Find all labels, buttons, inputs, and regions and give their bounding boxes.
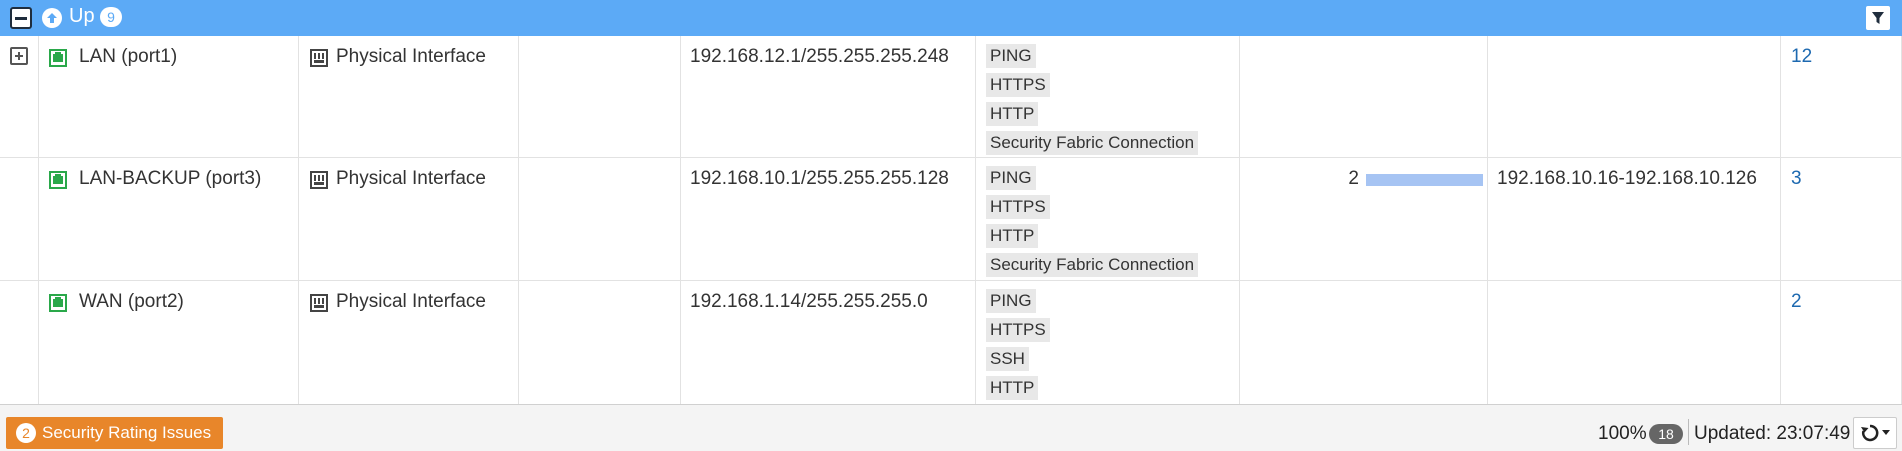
ip-cell: 192.168.12.1/255.255.255.248 xyxy=(680,36,975,157)
physical-interface-icon xyxy=(310,171,328,189)
dhcp-range-cell: 192.168.10.16-192.168.10.126 xyxy=(1487,158,1780,280)
refresh-icon xyxy=(1861,424,1879,442)
collapse-group-icon[interactable] xyxy=(10,7,32,29)
interface-table: LAN (port1) Physical Interface 192.168.1… xyxy=(0,36,1902,404)
ethernet-port-icon xyxy=(49,171,67,189)
interface-type: Physical Interface xyxy=(336,46,486,67)
expand-cell xyxy=(0,36,38,157)
ip-netmask: 192.168.10.1/255.255.255.128 xyxy=(690,168,949,189)
table-row[interactable]: LAN (port1) Physical Interface 192.168.1… xyxy=(0,36,1902,158)
members-cell xyxy=(518,36,680,157)
ethernet-port-icon xyxy=(49,49,67,67)
access-tag: HTTP xyxy=(986,224,1039,248)
name-cell: LAN (port1) xyxy=(38,36,298,157)
security-rating-label: Security Rating Issues xyxy=(42,423,212,442)
interface-name[interactable]: WAN (port2) xyxy=(79,291,184,313)
entry-count-badge: 18 xyxy=(1649,424,1683,444)
ip-netmask: 192.168.1.14/255.255.255.0 xyxy=(690,291,928,312)
ip-cell: 192.168.1.14/255.255.255.0 xyxy=(680,281,975,404)
interface-type: Physical Interface xyxy=(336,168,486,189)
access-tag: Security Fabric Connection xyxy=(986,253,1199,277)
type-cell: Physical Interface xyxy=(298,281,518,404)
dhcp-clients-cell xyxy=(1239,36,1487,157)
access-tag: HTTPS xyxy=(986,195,1050,219)
access-tag: SSH xyxy=(986,347,1029,371)
name-cell: LAN-BACKUP (port3) xyxy=(38,158,298,280)
dhcp-range-cell xyxy=(1487,281,1780,404)
access-tag: HTTP xyxy=(986,376,1039,400)
ethernet-port-icon xyxy=(49,294,67,312)
group-header-up: Up 9 xyxy=(0,0,1902,36)
last-updated-time: Updated: 23:07:49 xyxy=(1694,423,1851,444)
expand-cell xyxy=(0,281,38,404)
interface-type: Physical Interface xyxy=(336,291,486,312)
ref-count-link[interactable]: 2 xyxy=(1791,291,1802,313)
members-cell xyxy=(518,281,680,404)
dhcp-clients-cell: 2 xyxy=(1239,158,1487,280)
access-cell: PING HTTPS HTTP Security Fabric Connecti… xyxy=(975,36,1239,157)
ip-netmask: 192.168.12.1/255.255.255.248 xyxy=(690,46,949,67)
ref-cell: 3 xyxy=(1780,158,1902,280)
interface-name[interactable]: LAN-BACKUP (port3) xyxy=(79,168,261,190)
security-rating-issues-button[interactable]: 2 Security Rating Issues xyxy=(6,417,224,449)
zoom-level: 100% xyxy=(1598,423,1647,444)
group-title: Up xyxy=(69,5,95,27)
ref-cell: 12 xyxy=(1780,36,1902,157)
filter-icon[interactable] xyxy=(1866,6,1890,30)
ip-cell: 192.168.10.1/255.255.255.128 xyxy=(680,158,975,280)
footer-divider xyxy=(1688,419,1689,445)
name-cell: WAN (port2) xyxy=(38,281,298,404)
members-cell xyxy=(518,158,680,280)
arrow-up-circle-icon xyxy=(42,8,62,28)
access-tag: PING xyxy=(986,44,1036,68)
type-cell: Physical Interface xyxy=(298,158,518,280)
dhcp-clients-cell xyxy=(1239,281,1487,404)
refresh-dropdown-button[interactable] xyxy=(1853,417,1897,449)
access-tag: HTTPS xyxy=(986,318,1050,342)
expand-plus-icon[interactable] xyxy=(10,47,28,65)
group-count-badge: 9 xyxy=(100,7,122,27)
security-issue-count: 2 xyxy=(16,423,36,443)
access-tag: PING xyxy=(986,166,1036,190)
interface-name[interactable]: LAN (port1) xyxy=(79,46,177,68)
access-tag: PING xyxy=(986,289,1036,313)
type-cell: Physical Interface xyxy=(298,36,518,157)
access-tag: HTTPS xyxy=(986,73,1050,97)
ref-count-link[interactable]: 12 xyxy=(1791,46,1812,68)
table-row[interactable]: LAN-BACKUP (port3) Physical Interface 19… xyxy=(0,158,1902,281)
dhcp-client-count[interactable]: 2 xyxy=(1339,168,1359,190)
dhcp-usage-fill xyxy=(1366,174,1483,186)
access-cell: PING HTTPS SSH HTTP xyxy=(975,281,1239,404)
ref-count-link[interactable]: 3 xyxy=(1791,168,1802,190)
access-cell: PING HTTPS HTTP Security Fabric Connecti… xyxy=(975,158,1239,280)
dhcp-range-cell xyxy=(1487,36,1780,157)
ref-cell: 2 xyxy=(1780,281,1902,404)
dhcp-range: 192.168.10.16-192.168.10.126 xyxy=(1497,168,1757,189)
chevron-down-icon xyxy=(1882,430,1890,435)
physical-interface-icon xyxy=(310,294,328,312)
status-footer: 2 Security Rating Issues 100% 18 Updated… xyxy=(0,404,1902,451)
physical-interface-icon xyxy=(310,49,328,67)
table-row[interactable]: WAN (port2) Physical Interface 192.168.1… xyxy=(0,281,1902,404)
access-tag: Security Fabric Connection xyxy=(986,131,1199,155)
dhcp-usage-bar xyxy=(1366,174,1483,186)
expand-cell xyxy=(0,158,38,280)
access-tag: HTTP xyxy=(986,102,1039,126)
